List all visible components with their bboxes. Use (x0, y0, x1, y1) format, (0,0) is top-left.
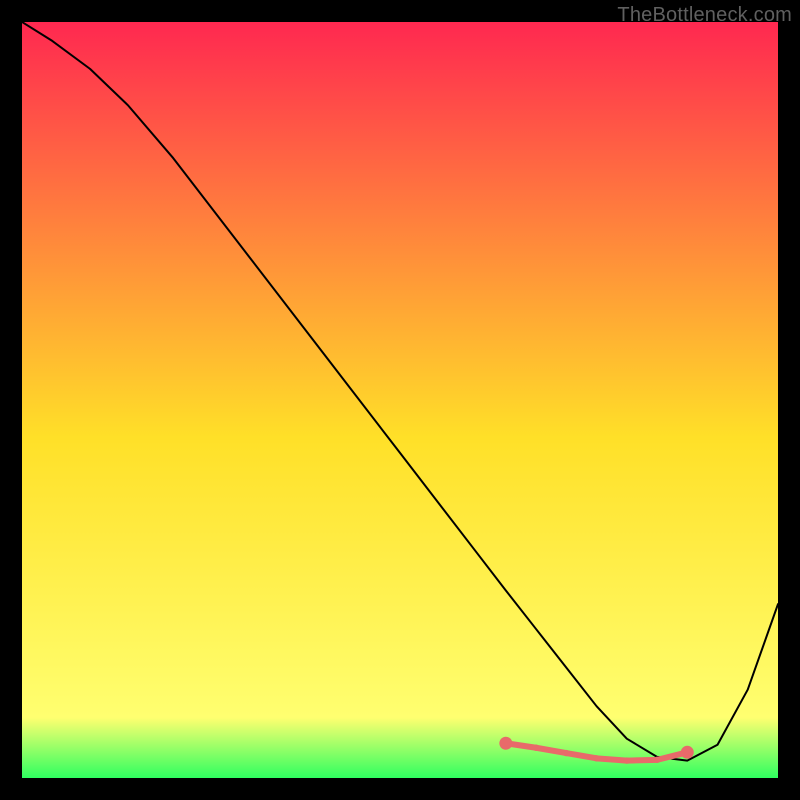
highlight-dot (593, 755, 599, 761)
highlight-dot (563, 750, 569, 756)
highlight-dot (654, 757, 660, 763)
highlight-dot (499, 737, 512, 750)
highlight-dot (681, 746, 694, 759)
chart-svg (22, 22, 778, 778)
attribution-label: TheBottleneck.com (617, 4, 792, 27)
highlight-dot (533, 745, 539, 751)
gradient-background (22, 22, 778, 778)
chart-container: TheBottleneck.com (0, 0, 800, 800)
plot-area (22, 22, 778, 778)
highlight-dot (624, 757, 630, 763)
